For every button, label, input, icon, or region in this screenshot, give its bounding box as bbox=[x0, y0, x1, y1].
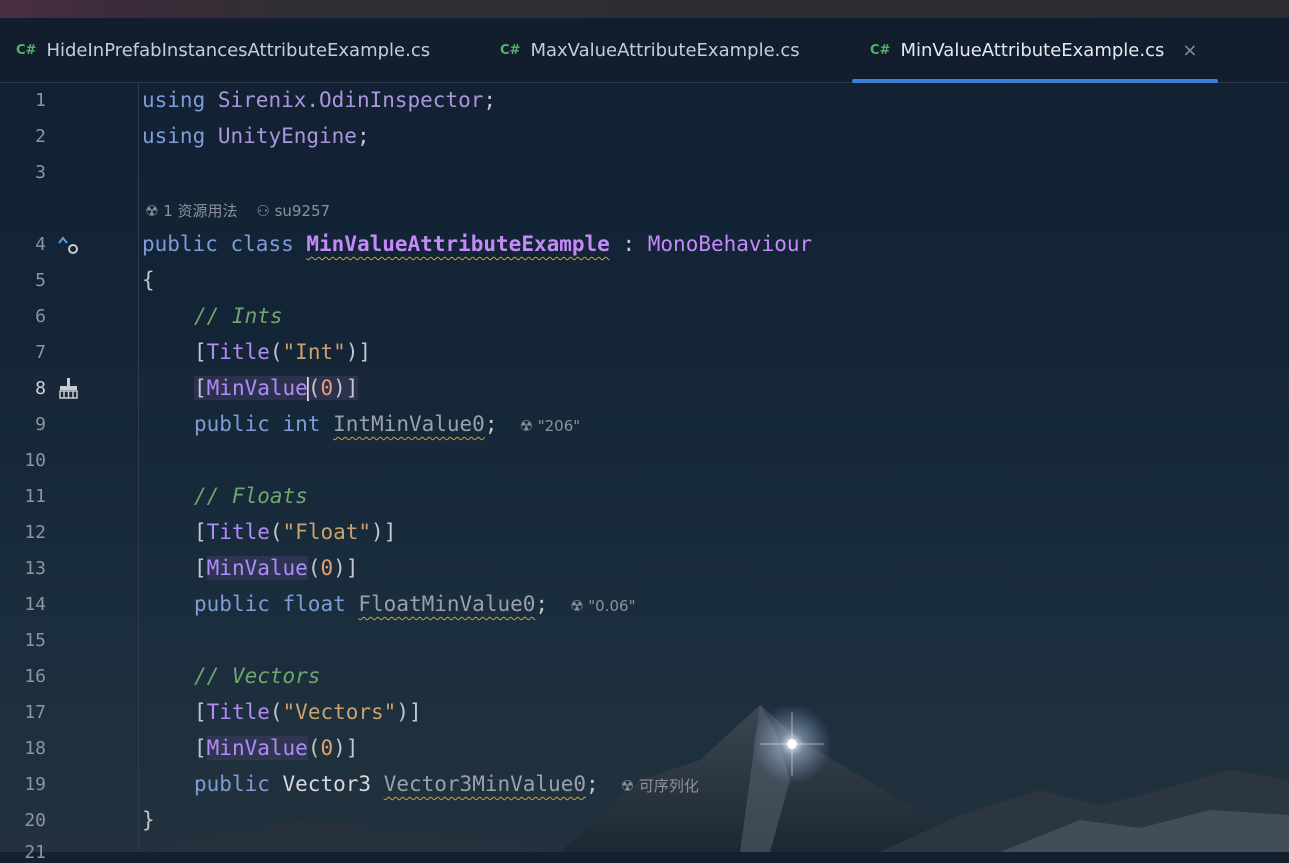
editor-tab-bar: C# HideInPrefabInstancesAttributeExample… bbox=[0, 18, 1289, 83]
line-number: 12 bbox=[24, 522, 46, 543]
line-number: 21 bbox=[24, 842, 46, 863]
tab-label: MaxValueAttributeExample.cs bbox=[530, 39, 800, 61]
tab-minvalue[interactable]: C# MinValueAttributeExample.cs × bbox=[852, 18, 1218, 83]
window-title-strip bbox=[0, 0, 1289, 18]
code-line-12[interactable]: [Title("Float")] bbox=[194, 520, 396, 544]
line-number: 10 bbox=[24, 450, 46, 471]
code-line-18[interactable]: [MinValue(0)] bbox=[194, 736, 358, 760]
code-line-16[interactable]: // Vectors bbox=[194, 664, 320, 688]
line-number: 6 bbox=[35, 306, 46, 327]
code-line-11[interactable]: // Floats bbox=[194, 484, 308, 508]
line-number: 5 bbox=[35, 270, 46, 291]
line-number: 9 bbox=[35, 414, 46, 435]
csharp-file-icon: C# bbox=[16, 42, 37, 58]
comment: // Floats bbox=[194, 484, 308, 508]
line-number: 16 bbox=[24, 666, 46, 687]
line-number: 11 bbox=[24, 486, 46, 507]
selected-identifier: MinValue bbox=[206, 376, 308, 400]
line-number: 20 bbox=[24, 810, 46, 831]
author-icon: ⚇ bbox=[256, 202, 270, 220]
code-line-2[interactable]: using UnityEngine; bbox=[142, 124, 370, 148]
tab-hideinprefabinstances[interactable]: C# HideInPrefabInstancesAttributeExample… bbox=[16, 18, 430, 82]
tab-label: HideInPrefabInstancesAttributeExample.cs bbox=[46, 39, 431, 61]
comment: // Ints bbox=[194, 304, 283, 328]
inlay-hint: ☢ "206" bbox=[519, 417, 581, 435]
code-lens[interactable]: ☢ 1 资源用法 ⚇ su9257 bbox=[145, 200, 330, 221]
code-line-1[interactable]: using Sirenix.OdinInspector; bbox=[142, 88, 496, 112]
line-number: 3 bbox=[35, 162, 46, 183]
code-line-4[interactable]: public class MinValueAttributeExample : … bbox=[142, 232, 812, 256]
code-line-9[interactable]: public int IntMinValue0; ☢ "206" bbox=[194, 412, 580, 436]
code-line-5[interactable]: { bbox=[142, 268, 155, 292]
inlay-hint: ☢ 可序列化 bbox=[620, 777, 699, 795]
code-line-8[interactable]: [MinValue(0)] bbox=[194, 376, 359, 401]
implements-override-icon[interactable] bbox=[56, 232, 82, 258]
line-number: 1 bbox=[35, 90, 46, 111]
code-line-17[interactable]: [Title("Vectors")] bbox=[194, 700, 422, 724]
code-line-20[interactable]: } bbox=[142, 808, 155, 832]
class-name: MinValueAttributeExample bbox=[306, 232, 610, 256]
gutter-divider bbox=[138, 82, 139, 852]
unity-asset-icon: ☢ bbox=[145, 202, 159, 220]
line-number: 17 bbox=[24, 702, 46, 723]
code-line-6[interactable]: // Ints bbox=[194, 304, 283, 328]
csharp-file-icon: C# bbox=[500, 42, 521, 58]
line-number: 18 bbox=[24, 738, 46, 759]
line-number: 14 bbox=[24, 594, 46, 615]
line-number: 19 bbox=[24, 774, 46, 795]
line-number: 15 bbox=[24, 630, 46, 651]
close-icon[interactable]: × bbox=[1182, 40, 1197, 61]
comment: // Vectors bbox=[194, 664, 321, 688]
line-number: 13 bbox=[24, 558, 46, 579]
line-number: 4 bbox=[35, 234, 46, 255]
author-name: su9257 bbox=[274, 202, 331, 220]
code-line-7[interactable]: [Title("Int")] bbox=[194, 340, 371, 364]
tab-label: MinValueAttributeExample.cs bbox=[900, 39, 1165, 61]
line-number: 7 bbox=[35, 342, 46, 363]
usage-count: 1 资源用法 bbox=[163, 202, 238, 220]
line-number: 8 bbox=[35, 378, 46, 399]
code-line-13[interactable]: [MinValue(0)] bbox=[194, 556, 358, 580]
line-number: 2 bbox=[35, 126, 46, 147]
broom-icon[interactable] bbox=[56, 376, 82, 402]
code-line-14[interactable]: public float FloatMinValue0; ☢ "0.06" bbox=[194, 592, 635, 616]
code-line-19[interactable]: public Vector3 Vector3MinValue0; ☢ 可序列化 bbox=[194, 772, 699, 796]
csharp-file-icon: C# bbox=[870, 42, 891, 58]
tab-maxvalue[interactable]: C# MaxValueAttributeExample.cs bbox=[500, 18, 800, 82]
inlay-hint: ☢ "0.06" bbox=[570, 597, 636, 615]
